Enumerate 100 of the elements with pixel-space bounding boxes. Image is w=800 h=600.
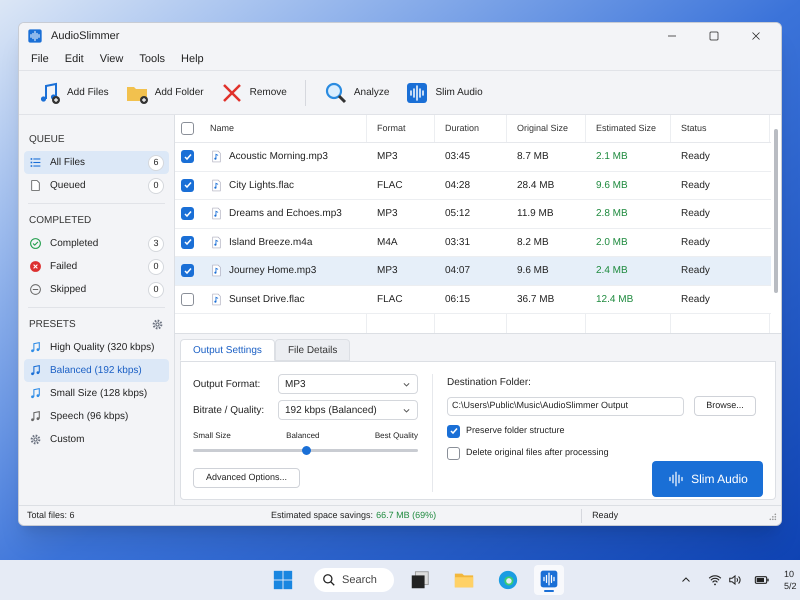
table-row[interactable]: Journey Home.mp3 MP3 04:07 9.6 MB 2.4 MB Ready (175, 257, 771, 286)
option-checkbox[interactable] (447, 424, 460, 438)
table-cell-text: Ready (681, 264, 710, 278)
document-icon (29, 179, 42, 192)
table-cell-text: City Lights.flac (229, 178, 294, 193)
sidebar-item[interactable]: Queued 0 (24, 174, 169, 197)
audio-file-icon (210, 178, 223, 192)
sidebar-item[interactable]: Skipped 0 (24, 278, 169, 301)
sidebar-item[interactable]: All Files 6 (24, 151, 169, 174)
select-all-checkbox[interactable] (181, 122, 194, 135)
toolbar-button[interactable]: Add Folder (118, 76, 210, 110)
table-cell-text: MP3 (377, 150, 398, 164)
toolbar-button[interactable]: Analyze (318, 76, 396, 110)
resize-grip-icon (767, 510, 777, 520)
wifi-icon (708, 573, 722, 587)
column-header[interactable]: Duration (435, 115, 507, 142)
toolbar-button[interactable]: Remove (214, 76, 293, 110)
table-cell-text: 36.7 MB (517, 292, 554, 307)
table-cell-text: 2.0 MB (596, 236, 628, 250)
menu-item[interactable]: Help (173, 51, 212, 68)
slider-label: Balanced (286, 430, 320, 442)
windows-logo-icon (272, 569, 294, 591)
status-text: Total files: 6 (26, 508, 76, 522)
table-cell-text: FLAC (377, 178, 403, 193)
row-checkbox[interactable] (181, 236, 194, 249)
slider-label: Best Quality (374, 430, 418, 442)
table-row[interactable]: City Lights.flac FLAC 04:28 28.4 MB 9.6 MB Ready (175, 172, 771, 200)
table-cell-text: 8.2 MB (517, 236, 549, 250)
column-header[interactable]: Format (367, 115, 435, 142)
slider-track[interactable] (193, 449, 418, 452)
browse-button[interactable]: Browse... (694, 396, 756, 416)
sidebar-item[interactable]: Small Size (128 kbps) (24, 382, 169, 405)
status-text: Ready (591, 508, 620, 522)
row-checkbox[interactable] (181, 207, 194, 220)
sidebar-item[interactable]: Custom (24, 428, 169, 451)
count-badge: 6 (148, 154, 164, 170)
taskbar-search[interactable]: Search (314, 568, 394, 592)
app-logo-icon (27, 28, 43, 44)
checkmark-icon (448, 426, 458, 436)
audio-file-icon (210, 264, 223, 278)
taskbar-app-button[interactable] (534, 565, 564, 595)
item-label: Balanced (192 kbps) (50, 364, 143, 378)
table-cell-text: FLAC (377, 292, 403, 307)
checkmark-icon (182, 237, 192, 248)
section-heading: PRESETS (29, 318, 76, 332)
row-checkbox[interactable] (181, 178, 194, 192)
tab[interactable]: Output Settings (180, 339, 275, 361)
item-label: Custom (50, 433, 86, 447)
item-label: Speech (96 kbps) (50, 410, 130, 424)
table-row[interactable]: Dreams and Echoes.mp3 MP3 05:12 11.9 MB 2.8 MB Ready (175, 200, 771, 228)
column-header[interactable]: Original Size (507, 115, 586, 142)
section-heading: QUEUE (29, 132, 65, 146)
sidebar-item[interactable]: Speech (96 kbps) (24, 405, 169, 428)
destination-field[interactable]: C:\Users\Public\Music\AudioSlimmer Output (447, 396, 684, 416)
task-view-icon (409, 569, 431, 591)
tab[interactable]: File Details (274, 339, 350, 361)
table-cell-text: 2.1 MB (596, 150, 628, 164)
advanced-options-button[interactable]: Advanced Options... (193, 468, 300, 488)
menu-item[interactable]: View (92, 51, 132, 68)
row-checkbox[interactable] (181, 264, 194, 278)
column-header[interactable]: Name (200, 115, 367, 142)
sidebar-item[interactable]: High Quality (320 kbps) (24, 336, 169, 359)
table-cell-text: Journey Home.mp3 (229, 264, 316, 278)
audio-file-icon (210, 292, 223, 306)
row-checkbox[interactable] (181, 292, 194, 306)
column-header[interactable]: Estimated Size (586, 115, 671, 142)
clock-text: 5/2 (784, 580, 797, 592)
toolbar-button[interactable]: Slim Audio (399, 76, 489, 110)
table-row[interactable]: Sunset Drive.flac FLAC 06:15 36.7 MB 12.4 MB Ready (175, 286, 771, 314)
checkmark-icon (182, 152, 192, 162)
table-row[interactable]: Acoustic Morning.mp3 MP3 03:45 8.7 MB 2.1 MB Ready (175, 143, 771, 172)
table-cell-text: Acoustic Morning.mp3 (229, 150, 328, 164)
maximize-icon (708, 30, 720, 42)
slim-audio-button[interactable]: Slim Audio (652, 461, 763, 497)
option-label: Preserve folder structure (466, 424, 565, 438)
table-cell-text: 11.9 MB (517, 207, 554, 222)
section-heading: COMPLETED (29, 214, 92, 228)
row-checkbox[interactable] (181, 150, 194, 164)
toolbar-button[interactable]: Add Files (31, 76, 115, 110)
menu-item[interactable]: Tools (131, 51, 174, 68)
scrollbar-thumb[interactable] (774, 129, 778, 293)
sidebar-item[interactable]: Balanced (192 kbps) (24, 359, 169, 382)
browser-icon (497, 569, 519, 591)
table-cell-text: 8.7 MB (517, 150, 549, 164)
menu-item[interactable]: Edit (56, 51, 92, 68)
slider-thumb[interactable] (302, 446, 310, 455)
menu-item[interactable]: File (23, 51, 57, 68)
count-badge: 0 (148, 282, 164, 298)
slider-label: Small Size (193, 430, 231, 442)
dropdown-value: 192 kbps (Balanced) (285, 404, 377, 418)
close-icon (750, 30, 762, 42)
dropdown[interactable]: MP3 (278, 374, 418, 394)
option-checkbox[interactable] (447, 446, 460, 460)
sidebar-item[interactable]: Failed 0 (24, 255, 169, 278)
dropdown[interactable]: 192 kbps (Balanced) (278, 400, 418, 420)
table-cell-text: 12.4 MB (596, 292, 634, 307)
sidebar-item[interactable]: Completed 3 (24, 232, 169, 255)
table-cell-text: 2.8 MB (596, 207, 628, 222)
audio-file-icon (210, 236, 223, 249)
column-header[interactable]: Status (671, 115, 770, 142)
